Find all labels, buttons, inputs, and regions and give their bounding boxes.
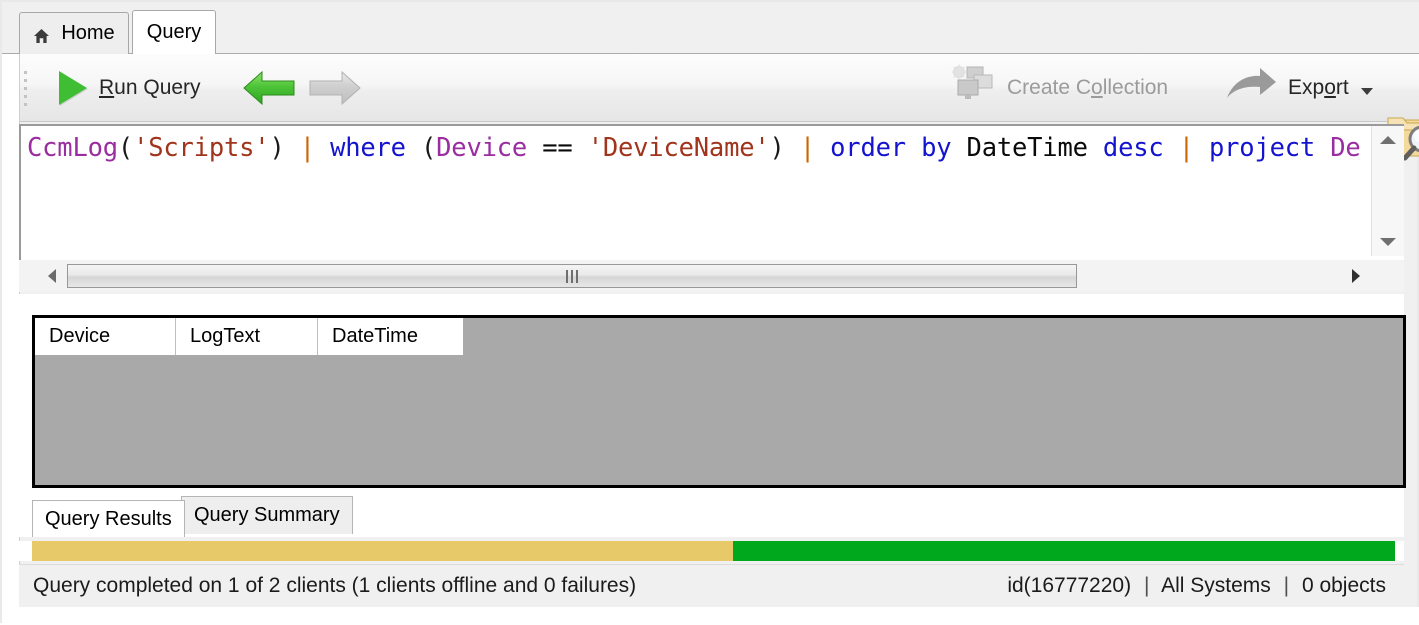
query-token-14: 'DeviceName' — [588, 133, 770, 163]
scroll-thumb-grip — [566, 270, 578, 283]
query-window: Home Query Run Query — [0, 0, 1419, 623]
query-token-22 — [951, 133, 966, 163]
query-token-15: ) — [770, 133, 785, 163]
column-header-device[interactable]: Device — [35, 318, 176, 355]
query-token-23: DateTime — [967, 133, 1088, 163]
query-token-24 — [1088, 133, 1103, 163]
query-text[interactable]: CcmLog('Scripts') | where (Device == 'De… — [27, 132, 1361, 164]
left-edge — [2, 54, 20, 607]
arrow-left-icon[interactable] — [243, 69, 295, 107]
toolbar-grip-handle[interactable] — [24, 71, 29, 105]
horizontal-scroll-thumb[interactable] — [67, 264, 1077, 288]
play-icon — [59, 71, 87, 105]
run-query-accel: R — [99, 76, 114, 99]
query-token-2: 'Scripts' — [133, 133, 269, 163]
editor-vertical-scrollbar[interactable] — [1371, 126, 1404, 256]
query-token-26 — [1164, 133, 1179, 163]
export-label: Export — [1288, 76, 1349, 100]
query-token-11 — [527, 133, 542, 163]
export-arrow-icon — [1224, 65, 1278, 111]
tab-query-summary[interactable]: Query Summary — [181, 496, 353, 534]
ribbon-toolbar: Run Query — [19, 54, 1419, 122]
create-collection-label: Create Collection — [1007, 76, 1168, 100]
status-separator-1: | — [1137, 574, 1156, 597]
query-token-3: ) — [269, 133, 284, 163]
results-grid-header: Device LogText DateTime — [35, 318, 1403, 355]
query-token-30 — [1315, 133, 1330, 163]
query-token-18 — [815, 133, 830, 163]
run-query-button[interactable]: Run Query — [59, 62, 201, 114]
query-progress-bar — [19, 541, 1404, 561]
query-token-27: | — [1179, 133, 1194, 163]
tab-query-summary-label: Query Summary — [194, 504, 340, 527]
create-collection-accel: o — [1091, 76, 1103, 99]
query-token-20 — [906, 133, 921, 163]
tab-query-label: Query — [147, 21, 201, 44]
query-token-29: project — [1209, 133, 1315, 163]
create-collection-button: Create Collection — [947, 62, 1168, 114]
status-bar: Query completed on 1 of 2 clients (1 cli… — [19, 564, 1404, 607]
tab-query-results-label: Query Results — [45, 508, 172, 531]
export-label-pre: Exp — [1288, 76, 1324, 99]
results-grid-body[interactable] — [35, 355, 1403, 485]
column-header-logtext[interactable]: LogText — [176, 318, 318, 355]
progress-segment-pending — [32, 541, 733, 561]
progress-track — [32, 541, 1395, 561]
tab-query[interactable]: Query — [132, 10, 216, 54]
query-token-9: ( — [421, 133, 436, 163]
query-token-21: by — [921, 133, 951, 163]
scroll-down-icon[interactable] — [1372, 228, 1404, 256]
query-token-25: desc — [1103, 133, 1164, 163]
chevron-down-icon[interactable] — [1361, 88, 1373, 95]
query-token-19: order — [830, 133, 906, 163]
results-tab-strip: Query Results Query Summary — [19, 494, 1404, 537]
query-token-28 — [1194, 133, 1209, 163]
status-object-count: 0 objects — [1302, 574, 1386, 597]
query-token-1: ( — [118, 133, 133, 163]
progress-segment-complete — [733, 541, 1395, 561]
query-token-17: | — [800, 133, 815, 163]
status-collection-name: All Systems — [1161, 574, 1271, 597]
query-token-5: | — [300, 133, 315, 163]
tab-home[interactable]: Home — [19, 12, 129, 54]
create-collection-label-pre: Create C — [1007, 76, 1091, 99]
status-details: id(16777220) | All Systems | 0 objects — [1007, 574, 1386, 598]
query-token-0: CcmLog — [27, 133, 118, 163]
query-token-10: Device — [436, 133, 527, 163]
query-token-31: De — [1330, 133, 1360, 163]
status-message: Query completed on 1 of 2 clients (1 cli… — [33, 574, 636, 598]
scroll-right-icon[interactable] — [1341, 260, 1371, 292]
top-tab-strip: Home Query — [2, 2, 1419, 54]
query-token-8 — [406, 133, 421, 163]
query-token-13 — [573, 133, 588, 163]
scroll-up-icon[interactable] — [1372, 126, 1404, 154]
arrow-right-icon — [309, 69, 361, 107]
home-icon — [33, 27, 50, 43]
bottom-edge — [2, 607, 1419, 625]
query-token-4 — [285, 133, 300, 163]
export-button[interactable]: Export — [1224, 62, 1373, 114]
navigation-arrows — [243, 62, 361, 114]
export-label-post: rt — [1336, 76, 1349, 99]
query-token-16 — [785, 133, 800, 163]
create-collection-label-post: llection — [1103, 76, 1168, 99]
query-token-7: where — [330, 133, 406, 163]
column-header-datetime[interactable]: DateTime — [318, 318, 463, 355]
status-separator-2: | — [1277, 574, 1296, 597]
editor-horizontal-scrollbar[interactable] — [19, 260, 1404, 292]
tab-query-results[interactable]: Query Results — [32, 500, 185, 537]
results-grid[interactable]: Device LogText DateTime — [32, 315, 1406, 488]
query-token-12: == — [542, 133, 572, 163]
tab-strip-filler — [216, 12, 1419, 54]
query-token-6 — [315, 133, 330, 163]
run-query-label: Run Query — [99, 76, 201, 100]
collection-icon — [947, 63, 995, 113]
results-panel: Device LogText DateTime — [19, 294, 1404, 494]
export-accel: o — [1324, 76, 1336, 99]
scroll-left-icon[interactable] — [37, 260, 67, 292]
status-collection-id: id(16777220) — [1007, 574, 1131, 597]
tab-home-label: Home — [61, 22, 114, 45]
run-query-label-rest: un Query — [114, 76, 200, 99]
